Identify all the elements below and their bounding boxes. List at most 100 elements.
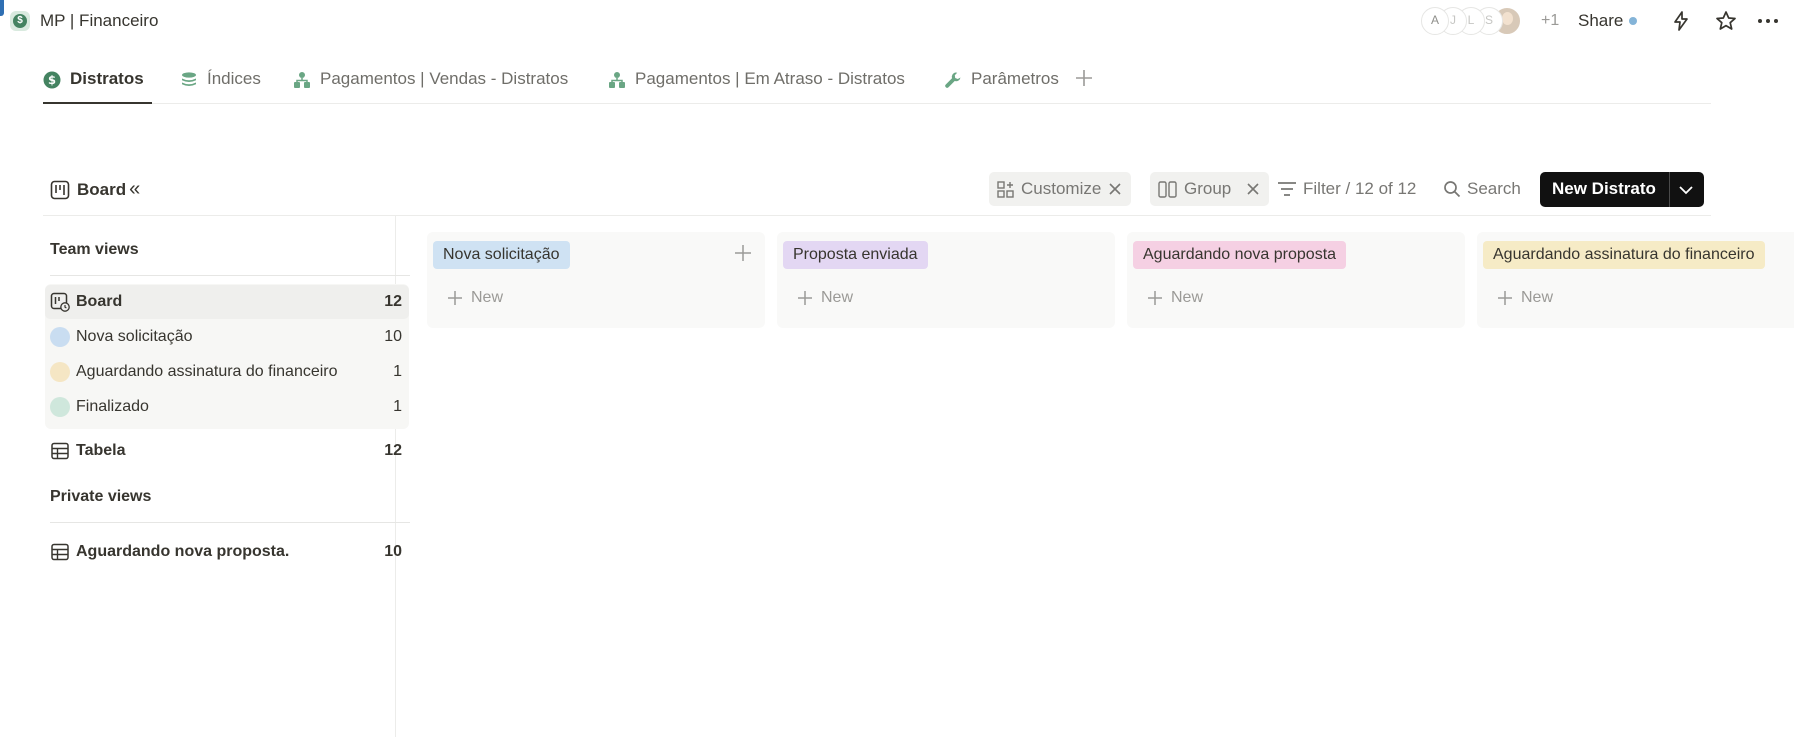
column-header[interactable]: Proposta enviada: [783, 241, 928, 269]
sidebar-item-label: Tabela: [76, 442, 126, 459]
new-card-label: New: [1171, 289, 1204, 306]
window-edge-marker: [0, 0, 4, 16]
add-tab-icon[interactable]: [1074, 68, 1094, 88]
tab-label: Distratos: [70, 69, 144, 88]
tab-label: Parâmetros: [971, 69, 1059, 88]
table-icon: [50, 542, 70, 562]
sidebar-item-count: 12: [384, 442, 402, 459]
sidebar-item-nova-solicitacao[interactable]: Nova solicitação 10: [45, 320, 409, 354]
tab-parametros[interactable]: Parâmetros: [944, 62, 1059, 104]
sidebar-item-count: 1: [393, 398, 402, 415]
new-card-button[interactable]: New: [1497, 289, 1553, 307]
page-icon[interactable]: $: [10, 11, 30, 31]
tab-indices[interactable]: Índices: [180, 62, 261, 104]
board-column-aguardando-nova-proposta: Aguardando nova proposta New: [1127, 232, 1465, 328]
sidebar-item-label: Board: [76, 293, 123, 310]
sidebar-item-aguardando-assinatura[interactable]: Aguardando assinatura do financeiro 1: [45, 355, 409, 389]
share-status-dot: [1629, 17, 1637, 25]
avatar-group[interactable]: A J L S: [1421, 7, 1541, 35]
svg-text:$: $: [48, 73, 56, 87]
button-divider: [1669, 172, 1670, 207]
plus-icon: [798, 291, 812, 305]
private-views-heading: Private views: [50, 488, 152, 505]
sidebar-item-label: Finalizado: [76, 398, 149, 415]
new-card-button[interactable]: New: [1147, 289, 1203, 307]
new-card-button[interactable]: New: [797, 289, 853, 307]
dollar-coin-icon: $: [43, 71, 61, 89]
customize-icon: [997, 180, 1014, 198]
tab-distratos[interactable]: $ Distratos: [43, 62, 152, 104]
board-icon: [50, 180, 70, 199]
status-dot-icon: [50, 362, 70, 382]
hierarchy-icon: [609, 72, 625, 88]
board-column-proposta-enviada: Proposta enviada New: [777, 232, 1115, 328]
tab-label: Pagamentos | Em Atraso - Distratos: [635, 69, 905, 88]
group-columns-icon: [1158, 180, 1177, 198]
close-icon[interactable]: [1246, 182, 1260, 196]
filter-button[interactable]: Filter / 12 of 12: [1277, 172, 1416, 206]
sidebar-item-label: Aguardando assinatura do financeiro: [76, 363, 338, 380]
status-dot-icon: [50, 397, 70, 417]
search-icon: [1444, 181, 1461, 198]
plus-icon: [448, 291, 462, 305]
column-header[interactable]: Nova solicitação: [433, 241, 570, 269]
search-label: Search: [1467, 179, 1521, 198]
tab-label: Índices: [207, 69, 261, 88]
avatar-more-count[interactable]: +1: [1541, 12, 1559, 30]
plus-icon: [1498, 291, 1512, 305]
collapse-sidebar-icon[interactable]: «: [129, 178, 140, 201]
plus-icon: [1148, 291, 1162, 305]
board-view-icon: [50, 292, 70, 312]
customize-pill[interactable]: Customize: [989, 172, 1131, 206]
new-distrato-label: New Distrato: [1552, 179, 1656, 198]
sidebar-item-board[interactable]: Board 12: [45, 285, 409, 319]
column-header[interactable]: Aguardando nova proposta: [1133, 241, 1347, 269]
sidebar-item-count: 10: [384, 328, 402, 345]
new-card-label: New: [1521, 289, 1554, 306]
add-card-icon[interactable]: [734, 244, 752, 262]
team-views-heading: Team views: [50, 241, 139, 258]
avatar[interactable]: A: [1421, 7, 1449, 35]
view-switcher[interactable]: Board «: [50, 178, 140, 201]
chevron-down-icon[interactable]: [1677, 181, 1695, 199]
star-icon[interactable]: [1714, 9, 1738, 33]
sidebar-item-label: Nova solicitação: [76, 328, 193, 345]
new-card-label: New: [471, 289, 504, 306]
share-button[interactable]: Share: [1578, 11, 1623, 31]
sidebar-item-count: 12: [384, 293, 402, 310]
status-dot-icon: [50, 327, 70, 347]
page-title[interactable]: MP | Financeiro: [40, 11, 158, 31]
search-button[interactable]: Search: [1443, 172, 1521, 206]
table-icon: [50, 441, 70, 461]
current-view-label: Board: [77, 179, 127, 199]
filter-label: Filter / 12 of 12: [1303, 179, 1417, 198]
more-options-icon[interactable]: [1756, 9, 1780, 33]
database-tabs: $ Distratos Índices Pagamentos | Vendas …: [43, 62, 1711, 104]
tab-pagamentos-em-atraso[interactable]: Pagamentos | Em Atraso - Distratos: [608, 62, 905, 104]
lightning-icon[interactable]: [1669, 9, 1693, 33]
new-card-label: New: [821, 289, 854, 306]
new-card-button[interactable]: New: [447, 289, 503, 307]
column-header[interactable]: Aguardando assinatura do financeiro: [1483, 241, 1765, 269]
tab-label: Pagamentos | Vendas - Distratos: [320, 69, 569, 88]
sidebar-item-tabela[interactable]: Tabela 12: [45, 434, 409, 468]
view-toolbar: Board « Customize Group Filter / 12 of 1…: [43, 172, 1711, 216]
tab-pagamentos-vendas[interactable]: Pagamentos | Vendas - Distratos: [293, 62, 568, 104]
group-label: Group: [1184, 179, 1232, 198]
views-sidebar: Team views Board 12 Nova solicitação 10 …: [43, 216, 410, 737]
sidebar-item-aguardando-nova-proposta[interactable]: Aguardando nova proposta. 10: [45, 535, 409, 569]
wrench-icon: [945, 72, 961, 88]
divider: [50, 275, 410, 276]
new-distrato-button[interactable]: New Distrato: [1540, 172, 1704, 207]
divider: [50, 522, 410, 523]
dollar-coin-icon: $: [13, 14, 27, 28]
board-column-aguardando-assinatura: Aguardando assinatura do financeiro New: [1477, 232, 1794, 328]
top-bar: $ MP | Financeiro A J L S +1 Share: [0, 0, 1794, 42]
sidebar-item-label: Aguardando nova proposta.: [76, 543, 290, 560]
board-column-nova-solicitacao: Nova solicitação New: [427, 232, 765, 328]
group-pill[interactable]: Group: [1150, 172, 1269, 206]
close-icon[interactable]: [1108, 182, 1122, 196]
database-icon: [182, 72, 196, 86]
filter-icon: [1278, 182, 1296, 196]
sidebar-item-finalizado[interactable]: Finalizado 1: [45, 390, 409, 424]
